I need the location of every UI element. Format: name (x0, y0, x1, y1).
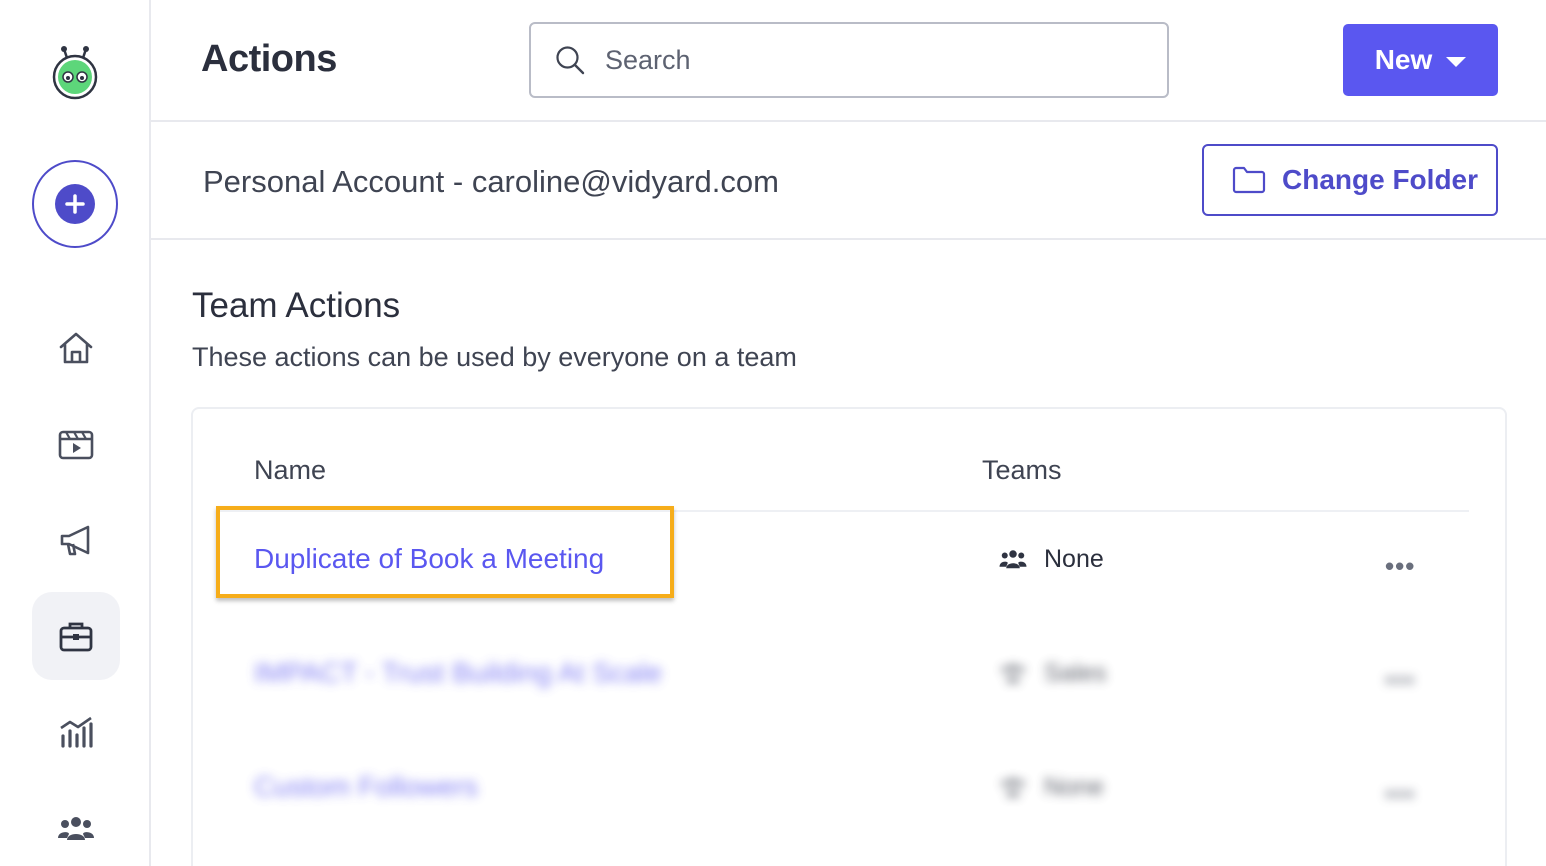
search-box[interactable] (529, 22, 1169, 98)
page-title: Actions (201, 38, 337, 80)
teams-cell: Sales (998, 659, 1107, 688)
teams-value: None (1044, 773, 1104, 801)
team-icon (58, 817, 94, 840)
header-divider (217, 510, 1469, 512)
sidebar-item-team[interactable] (32, 784, 120, 866)
robot-logo-icon[interactable] (50, 44, 100, 100)
more-options-icon[interactable]: ••• (1385, 779, 1415, 810)
sidebar-item-videos[interactable] (32, 400, 120, 488)
briefcase-icon (59, 622, 93, 652)
table-row: Duplicate of Book a Meeting None ••• (193, 513, 1509, 625)
sidebar (0, 0, 151, 866)
teams-value: Sales (1044, 659, 1107, 687)
analytics-icon (60, 716, 93, 748)
team-icon (1001, 777, 1025, 796)
more-options-icon[interactable]: ••• (1385, 665, 1415, 696)
home-icon (59, 332, 93, 364)
caret-down-icon (1446, 57, 1467, 67)
table-row: Custom Followers None ••• (193, 741, 1509, 853)
header: Actions New (151, 0, 1546, 122)
teams-cell: None (998, 773, 1104, 802)
plus-icon (55, 184, 95, 224)
search-icon (556, 46, 585, 75)
sidebar-item-analytics[interactable] (32, 688, 120, 776)
folder-bar: Personal Account - caroline@vidyard.com … (151, 122, 1546, 240)
teams-value: None (1044, 545, 1104, 573)
sidebar-item-home[interactable] (32, 304, 120, 392)
team-icon (1001, 663, 1025, 682)
action-name-link[interactable]: Custom Followers (254, 771, 478, 803)
change-folder-button[interactable]: Change Folder (1202, 144, 1498, 216)
more-options-icon[interactable]: ••• (1385, 551, 1415, 582)
column-header-name: Name (254, 455, 327, 485)
search-input[interactable] (605, 44, 1145, 76)
new-button[interactable]: New (1343, 24, 1498, 96)
current-folder: Personal Account - caroline@vidyard.com (203, 164, 779, 199)
section-description: These actions can be used by everyone on… (192, 342, 797, 372)
column-header-teams: Teams (982, 455, 1062, 485)
table-row: IMPACT - Trust Building At Scale Sales •… (193, 627, 1509, 739)
section-title: Team Actions (192, 286, 401, 325)
video-library-icon (58, 430, 94, 460)
teams-cell: None (998, 545, 1104, 574)
sidebar-item-campaigns[interactable] (32, 496, 120, 584)
team-icon (999, 549, 1027, 568)
change-folder-label: Change Folder (1282, 164, 1479, 195)
actions-table: Name Teams Duplicate of Book a Meeting N… (191, 407, 1507, 866)
action-name-link[interactable]: IMPACT - Trust Building At Scale (254, 657, 662, 689)
sidebar-item-actions[interactable] (32, 592, 120, 680)
folder-icon (1232, 166, 1266, 194)
megaphone-icon (60, 525, 90, 556)
new-button-label: New (1374, 44, 1433, 75)
action-name-link[interactable]: Duplicate of Book a Meeting (254, 543, 604, 575)
create-button[interactable] (32, 160, 118, 248)
